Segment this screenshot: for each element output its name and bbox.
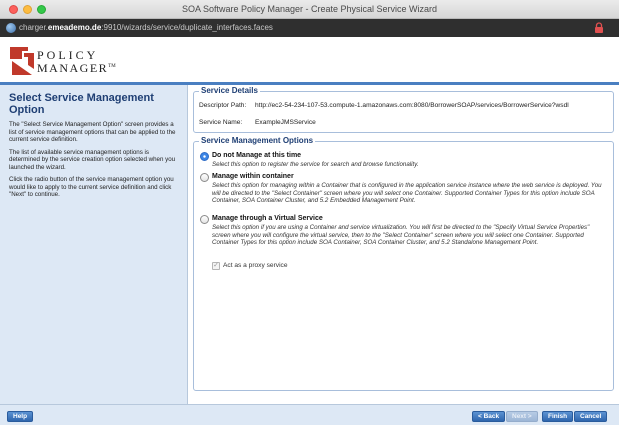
sidebar-paragraph: The list of available service management… [9, 148, 176, 171]
radio-do-not-manage[interactable] [200, 152, 209, 161]
service-name-label: Service Name: [199, 119, 243, 126]
proxy-service-checkbox: ✓ [212, 262, 220, 270]
policy-manager-logo-icon [10, 47, 34, 75]
option-title: Do not Manage at this time [212, 152, 302, 159]
globe-icon [6, 23, 16, 33]
sidebar-title: Select Service Management Option [9, 92, 154, 116]
service-name-row: Service Name: ExampleJMSService [199, 119, 316, 126]
descriptor-path-row: Descriptor Path: http://ec2-54-234-107-53… [199, 102, 569, 109]
window-titlebar: SOA Software Policy Manager - Create Phy… [0, 0, 619, 19]
proxy-service-label: Act as a proxy service [223, 262, 288, 269]
address-bar[interactable]: charger.emeademo.de:9910/wizards/service… [0, 19, 619, 37]
sidebar-paragraph: Click the radio button of the service ma… [9, 176, 174, 198]
help-sidebar: Select Service Management Option The "Se… [0, 85, 188, 404]
sidebar-paragraph: The "Select Service Management Option" s… [9, 121, 176, 143]
url-host: emeademo.de [47, 23, 102, 32]
descriptor-path-label: Descriptor Path: [199, 102, 247, 109]
radio-manage-virtual-service[interactable] [200, 215, 209, 224]
lock-icon[interactable] [594, 22, 604, 34]
cancel-button[interactable]: Cancel [574, 411, 608, 422]
next-button: Next > [506, 411, 538, 422]
back-button[interactable]: < Back [472, 411, 506, 422]
help-button[interactable]: Help [7, 411, 34, 422]
trademark-mark: TM [108, 64, 116, 69]
url-prefix: charger. [19, 23, 48, 32]
wizard-footer: Help < Back Next > Finish Cancel [0, 404, 619, 425]
option-title: Manage through a Virtual Service [212, 215, 323, 222]
logo-text-manager: MANAGERTM [37, 61, 116, 76]
option-title: Manage within container [212, 173, 294, 180]
window-title: SOA Software Policy Manager - Create Phy… [181, 4, 438, 14]
service-name-value: ExampleJMSService [255, 119, 316, 126]
service-details-legend: Service Details [199, 86, 260, 95]
logo-text-manager-word: MANAGER [37, 61, 109, 75]
app-header: POLICY MANAGERTM [0, 37, 619, 82]
descriptor-path-value: http://ec2-54-234-107-53.compute-1.amazo… [255, 102, 569, 109]
url-field[interactable]: charger.emeademo.de:9910/wizards/service… [19, 23, 273, 32]
wizard-main-panel: Service Details Descriptor Path: http://e… [188, 85, 619, 404]
url-suffix: :9910/wizards/service/duplicate_interfac… [101, 23, 273, 32]
finish-button[interactable]: Finish [542, 411, 574, 422]
radio-manage-within-container[interactable] [200, 173, 209, 182]
option-description: Select this option if you are using a Co… [212, 224, 590, 247]
option-description: Select this option for managing within a… [212, 182, 602, 205]
service-details-section: Service Details Descriptor Path: http://e… [193, 86, 614, 133]
option-description: Select this option to register the servi… [212, 161, 419, 168]
management-options-legend: Service Management Options [199, 136, 316, 145]
service-management-options-section: Service Management Options Do not Manage… [193, 136, 614, 391]
